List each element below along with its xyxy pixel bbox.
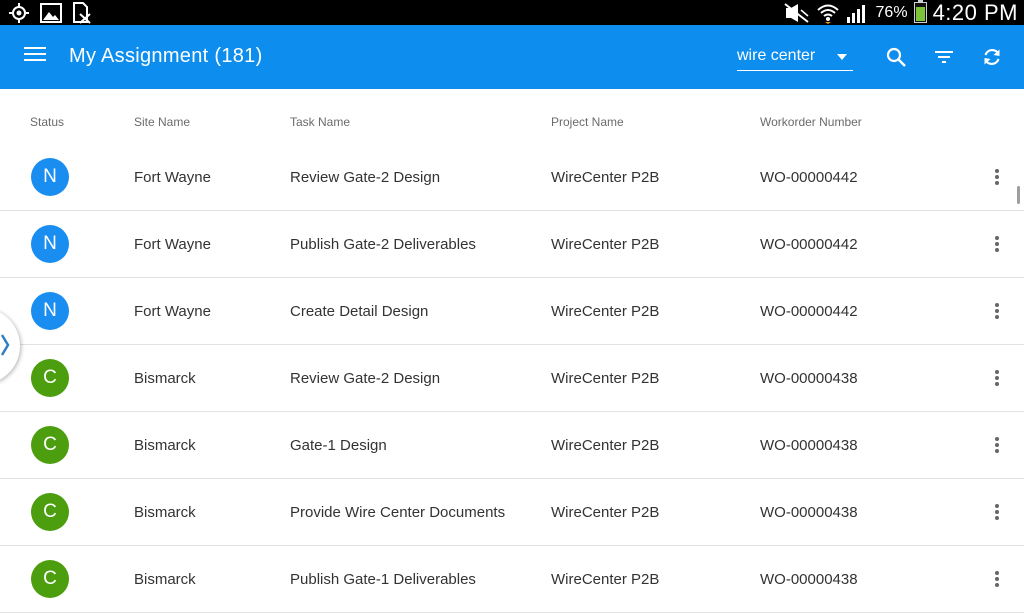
- wifi-icon: [816, 4, 839, 24]
- more-options-icon[interactable]: [990, 568, 1004, 590]
- more-options-icon[interactable]: [990, 434, 1004, 456]
- battery-icon: [913, 0, 927, 23]
- table-header: Status Site Name Task Name Project Name …: [0, 89, 1024, 144]
- status-indicators: 76% 4:20 PM: [783, 0, 1018, 25]
- project-name-cell: WireCenter P2B: [551, 303, 660, 320]
- site-name-cell: Bismarck: [134, 571, 196, 588]
- more-options-icon[interactable]: [990, 501, 1004, 523]
- signal-icon: [846, 4, 865, 23]
- table-row[interactable]: C Bismarck Gate-1 Design WireCenter P2B …: [0, 412, 1024, 479]
- workorder-number-cell: WO-00000442: [760, 236, 858, 253]
- workorder-number-cell: WO-00000442: [760, 169, 858, 186]
- filter-dropdown-value: wire center: [737, 47, 816, 64]
- workorder-number-cell: WO-00000438: [760, 370, 858, 387]
- column-header-status[interactable]: Status: [30, 115, 64, 129]
- search-icon[interactable]: [884, 45, 908, 69]
- column-header-project-name[interactable]: Project Name: [551, 115, 624, 129]
- system-status-bar: 76% 4:20 PM: [0, 0, 1024, 25]
- table-row[interactable]: N Fort Wayne Review Gate-2 Design WireCe…: [0, 144, 1024, 211]
- task-name-cell: Review Gate-2 Design: [290, 169, 441, 186]
- chevron-right-icon: [0, 334, 10, 356]
- task-name-cell: Gate-1 Design: [290, 437, 387, 454]
- site-name-cell: Bismarck: [134, 370, 196, 387]
- table-row[interactable]: N Fort Wayne Publish Gate-2 Deliverables…: [0, 211, 1024, 278]
- status-badge: C: [31, 493, 69, 531]
- status-badge: N: [31, 158, 69, 196]
- filter-icon[interactable]: [932, 45, 956, 69]
- page-title: My Assignment (181): [69, 45, 263, 67]
- status-badge: C: [31, 426, 69, 464]
- site-name-cell: Bismarck: [134, 437, 196, 454]
- workorder-number-cell: WO-00000438: [760, 437, 858, 454]
- filter-dropdown[interactable]: wire center: [737, 45, 853, 71]
- more-options-icon[interactable]: [990, 300, 1004, 322]
- status-badge: N: [31, 225, 69, 263]
- workorder-number-cell: WO-00000438: [760, 504, 858, 521]
- task-name-cell: Publish Gate-2 Deliverables: [290, 236, 476, 253]
- workorder-number-cell: WO-00000438: [760, 571, 858, 588]
- more-options-icon[interactable]: [990, 233, 1004, 255]
- location-icon: [9, 2, 29, 23]
- table-row[interactable]: C Bismarck Review Gate-2 Design WireCent…: [0, 345, 1024, 412]
- menu-icon[interactable]: [24, 47, 46, 67]
- battery-percent: 76%: [875, 3, 908, 21]
- scrollbar[interactable]: [1017, 186, 1020, 204]
- mute-icon: [783, 2, 809, 23]
- clock: 4:20 PM: [932, 0, 1018, 25]
- status-badge: C: [31, 359, 69, 397]
- task-name-cell: Review Gate-2 Design: [290, 370, 441, 387]
- project-name-cell: WireCenter P2B: [551, 169, 660, 186]
- more-options-icon[interactable]: [990, 166, 1004, 188]
- task-name-cell: Create Detail Design: [290, 303, 429, 320]
- more-options-icon[interactable]: [990, 367, 1004, 389]
- app-bar: My Assignment (181) wire center: [0, 25, 1024, 89]
- project-name-cell: WireCenter P2B: [551, 504, 660, 521]
- project-name-cell: WireCenter P2B: [551, 571, 660, 588]
- gallery-icon: [40, 2, 62, 23]
- project-name-cell: WireCenter P2B: [551, 236, 660, 253]
- column-header-site-name[interactable]: Site Name: [134, 115, 190, 129]
- status-badge: C: [31, 560, 69, 598]
- site-name-cell: Fort Wayne: [134, 236, 211, 253]
- status-badge: N: [31, 292, 69, 330]
- workorder-number-cell: WO-00000442: [760, 303, 858, 320]
- assignment-list: N Fort Wayne Review Gate-2 Design WireCe…: [0, 144, 1024, 613]
- table-row[interactable]: C Bismarck Provide Wire Center Documents…: [0, 479, 1024, 546]
- site-name-cell: Fort Wayne: [134, 303, 211, 320]
- column-header-workorder-number[interactable]: Workorder Number: [760, 115, 862, 129]
- column-header-task-name[interactable]: Task Name: [290, 115, 350, 129]
- task-name-cell: Publish Gate-1 Deliverables: [290, 571, 476, 588]
- site-name-cell: Bismarck: [134, 504, 196, 521]
- refresh-icon[interactable]: [980, 45, 1004, 69]
- dropdown-arrow-icon: [837, 54, 847, 60]
- task-name-cell: Provide Wire Center Documents: [290, 504, 506, 521]
- project-name-cell: WireCenter P2B: [551, 437, 660, 454]
- site-name-cell: Fort Wayne: [134, 169, 211, 186]
- table-row[interactable]: N Fort Wayne Create Detail Design WireCe…: [0, 278, 1024, 345]
- table-row[interactable]: C Bismarck Publish Gate-1 Deliverables W…: [0, 546, 1024, 613]
- project-name-cell: WireCenter P2B: [551, 370, 660, 387]
- notification-icons: [8, 1, 92, 24]
- sim-off-icon: [73, 1, 91, 24]
